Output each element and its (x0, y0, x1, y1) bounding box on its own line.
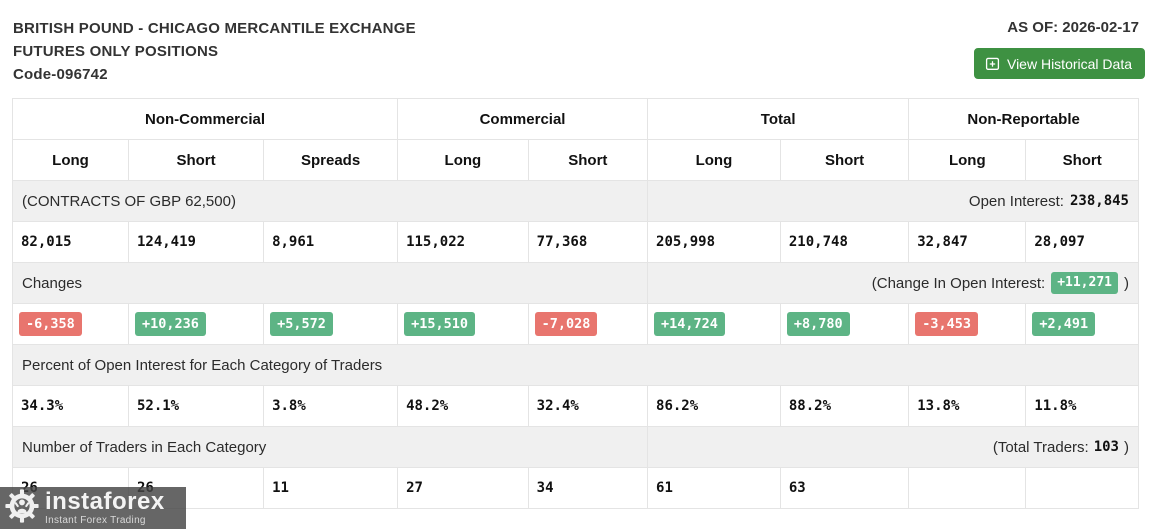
col-t-long: Long (647, 139, 781, 181)
change-badge: -6,358 (19, 311, 82, 337)
calendar-plus-icon (985, 56, 1000, 71)
col-t-short: Short (779, 139, 910, 181)
change-open-interest-cell: (Change In Open Interest: +11,271 ) (647, 262, 1139, 304)
percent-header-row: Percent of Open Interest for Each Catego… (12, 344, 1139, 386)
col-c-long: Long (397, 139, 529, 181)
traders-value (1025, 467, 1139, 509)
total-traders-value: 103 (1093, 439, 1119, 455)
as-of-date: AS OF: 2026-02-17 (1007, 19, 1139, 36)
traders-value: 27 (397, 467, 529, 509)
percent-value: 3.8% (263, 385, 399, 427)
view-historical-data-button[interactable]: View Historical Data (973, 48, 1145, 79)
position-value: 32,847 (908, 221, 1027, 263)
change-oi-badge: +11,271 (1051, 272, 1118, 294)
group-non-commercial: Non-Commercial (11, 98, 399, 140)
report-header: BRITISH POUND - CHICAGO MERCANTILE EXCHA… (0, 0, 1157, 98)
group-commercial: Commercial (397, 98, 649, 140)
traders-value: 26 (127, 467, 265, 509)
traders-row: 26 26 11 27 34 61 63 (12, 467, 1139, 509)
percent-value: 88.2% (779, 385, 910, 427)
col-nr-long: Long (908, 139, 1027, 181)
traders-value: 11 (263, 467, 399, 509)
percent-value: 13.8% (908, 385, 1027, 427)
view-historical-data-label: View Historical Data (1006, 55, 1132, 72)
position-value: 124,419 (127, 221, 265, 263)
group-header-row: Non-Commercial Commercial Total Non-Repo… (11, 98, 1139, 140)
traders-header-row: Number of Traders in Each Category (Tota… (11, 426, 1139, 468)
traders-value: 63 (779, 467, 910, 509)
total-traders-cell: (Total Traders: 103 ) (647, 426, 1139, 468)
percent-value: 34.3% (12, 385, 129, 427)
report-title: BRITISH POUND - CHICAGO MERCANTILE EXCHA… (13, 20, 416, 37)
change-badge: +15,510 (404, 311, 475, 337)
change-badge: +10,236 (134, 311, 206, 337)
total-traders-suffix: ) (1124, 438, 1129, 456)
change-badge: -7,028 (534, 311, 598, 337)
col-nc-long: Long (12, 139, 129, 181)
changes-header-row: Changes (Change In Open Interest: +11,27… (11, 262, 1139, 304)
percents-row: 34.3% 52.1% 3.8% 48.2% 32.4% 86.2% 88.2%… (12, 385, 1139, 427)
traders-label-cell: Number of Traders in Each Category (11, 426, 649, 468)
column-header-row: Long Short Spreads Long Short Long Short… (12, 139, 1139, 181)
instaforex-tagline: Instant Forex Trading (45, 515, 146, 526)
position-value: 77,368 (527, 221, 649, 263)
cot-report-page: BRITISH POUND - CHICAGO MERCANTILE EXCHA… (0, 0, 1157, 529)
percent-value: 11.8% (1025, 385, 1139, 427)
change-badge: -3,453 (915, 311, 979, 337)
traders-value: 26 (12, 467, 129, 509)
traders-value: 34 (527, 467, 649, 509)
position-value: 28,097 (1025, 221, 1139, 263)
change-badge: +2,491 (1032, 311, 1096, 337)
contracts-label-cell: (CONTRACTS OF GBP 62,500) (11, 180, 649, 222)
changes-label: Changes (22, 274, 83, 292)
report-subtitle: FUTURES ONLY POSITIONS (13, 43, 219, 60)
percent-value: 48.2% (397, 385, 529, 427)
position-value: 205,998 (647, 221, 781, 263)
col-c-short: Short (527, 139, 649, 181)
changes-label-cell: Changes (11, 262, 649, 304)
open-interest-value: 238,845 (1069, 193, 1129, 209)
cot-positions-table: Non-Commercial Commercial Total Non-Repo… (11, 98, 1139, 509)
position-value: 210,748 (779, 221, 910, 263)
open-interest-label: Open Interest: (968, 192, 1064, 210)
group-total: Total (647, 98, 910, 140)
report-code: Code-096742 (13, 66, 108, 83)
percent-value: 86.2% (647, 385, 781, 427)
col-nr-short: Short (1025, 139, 1139, 181)
percent-value: 32.4% (527, 385, 649, 427)
positions-row: 82,015 124,419 8,961 115,022 77,368 205,… (12, 221, 1139, 263)
changes-row: -6,358 +10,236 +5,572 +15,510 -7,028 +14… (12, 303, 1139, 345)
contracts-label: (CONTRACTS OF GBP 62,500) (22, 192, 236, 210)
change-badge: +14,724 (654, 311, 725, 337)
traders-value (908, 467, 1027, 509)
change-oi-suffix: ) (1124, 274, 1129, 292)
change-badge: +8,780 (786, 311, 850, 337)
position-value: 82,015 (12, 221, 129, 263)
total-traders-prefix: (Total Traders: (992, 438, 1089, 456)
report-titles: BRITISH POUND - CHICAGO MERCANTILE EXCHA… (13, 17, 416, 86)
col-nc-spreads: Spreads (263, 139, 399, 181)
percent-value: 52.1% (127, 385, 265, 427)
position-value: 8,961 (263, 221, 399, 263)
open-interest-cell: Open Interest: 238,845 (647, 180, 1139, 222)
contracts-open-interest-row: (CONTRACTS OF GBP 62,500) Open Interest:… (11, 180, 1139, 222)
percent-label: Percent of Open Interest for Each Catego… (22, 356, 383, 374)
traders-label: Number of Traders in Each Category (22, 438, 267, 456)
percent-label-cell: Percent of Open Interest for Each Catego… (12, 344, 1139, 386)
group-non-reportable: Non-Reportable (908, 98, 1139, 140)
change-badge: +5,572 (270, 311, 333, 337)
position-value: 115,022 (397, 221, 529, 263)
traders-value: 61 (647, 467, 781, 509)
col-nc-short: Short (127, 139, 265, 181)
change-oi-prefix: (Change In Open Interest: (871, 274, 1046, 292)
